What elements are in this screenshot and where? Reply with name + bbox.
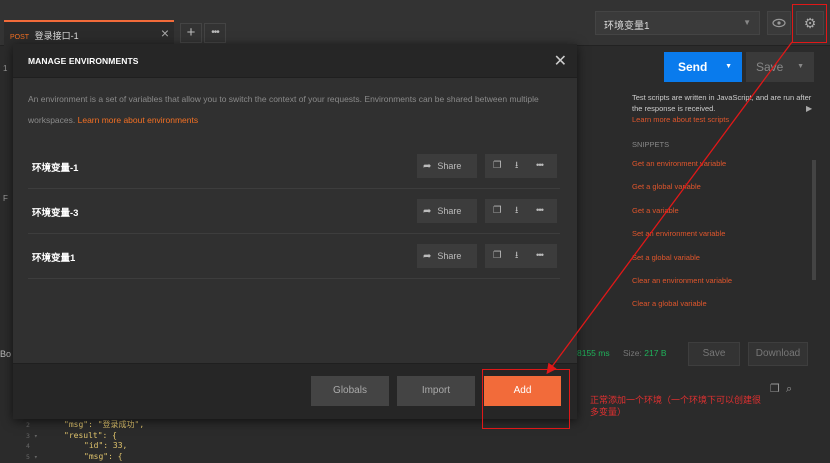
code-line: 5 ▾ "msg": {	[0, 452, 830, 463]
import-button[interactable]: Import	[397, 376, 475, 406]
send-label: Send	[678, 60, 708, 74]
save-response-button[interactable]: Save	[688, 342, 740, 366]
share-button[interactable]: ➦ Share	[417, 199, 477, 223]
snippet-item[interactable]: Clear an environment variable	[632, 275, 812, 286]
snippet-item[interactable]: Clear a global variable	[632, 298, 812, 309]
share-arrow-icon: ➦	[423, 251, 432, 262]
environment-quick-look-button[interactable]	[767, 11, 791, 35]
annotation-text: 正常添加一个环境（一个环境下可以创建很多变量）	[590, 395, 762, 417]
share-arrow-icon: ➦	[423, 161, 432, 172]
body-tab-label[interactable]: Bo	[0, 349, 11, 359]
method-badge: POST	[10, 34, 30, 41]
code-text: "msg": {	[84, 451, 123, 461]
environment-tools: ❐ ⭳ •••	[485, 154, 557, 178]
modal-description: An environment is a set of variables tha…	[28, 89, 558, 131]
left-strip: 1 F	[0, 56, 12, 346]
chevron-down-icon[interactable]: ▼	[725, 52, 732, 82]
chevron-down-icon: ▼	[743, 18, 751, 27]
chevron-right-icon[interactable]: ▶	[806, 104, 812, 113]
more-icon[interactable]: •••	[536, 244, 544, 268]
snippet-item[interactable]: Get an environment variable	[632, 158, 812, 169]
request-tab-title: 登录接口-1	[34, 31, 79, 41]
response-size: Size: 217 B	[623, 348, 667, 358]
duplicate-icon[interactable]: ❐	[493, 154, 502, 178]
code-text: "msg": "登录成功",	[64, 420, 145, 429]
test-scripts-panel: Test scripts are written in JavaScript, …	[632, 92, 812, 332]
download-icon[interactable]: ⭳	[515, 199, 518, 223]
manage-environments-modal: MANAGE ENVIRONMENTS ✕ An environment is …	[13, 44, 577, 419]
copy-icon[interactable]: ❐	[770, 383, 780, 395]
snippets-heading: SNIPPETS	[632, 140, 670, 149]
share-label: Share	[437, 206, 462, 216]
annotation-box-gear	[792, 4, 827, 43]
snippet-item[interactable]: Set an environment variable	[632, 228, 812, 239]
tab-options-button[interactable]: •••	[204, 23, 226, 43]
environment-tools: ❐ ⭳ •••	[485, 199, 557, 223]
strip-mark: 1	[3, 64, 8, 73]
code-line: 4 "id": 33,	[0, 441, 830, 452]
snippet-item[interactable]: Get a variable	[632, 205, 812, 216]
save-label: Save	[756, 60, 784, 74]
duplicate-icon[interactable]: ❐	[493, 244, 502, 268]
share-label: Share	[437, 161, 462, 171]
globals-button[interactable]: Globals	[311, 376, 389, 406]
code-line: 2 "msg": "登录成功",	[0, 420, 830, 431]
download-response-button[interactable]: Download	[748, 342, 808, 366]
download-icon[interactable]: ⭳	[515, 244, 518, 268]
environment-row[interactable]: 环境变量-3 ➦ Share ❐ ⭳ •••	[28, 189, 560, 234]
environment-row[interactable]: 环境变量-1 ➦ Share ❐ ⭳ •••	[28, 144, 560, 189]
line-number: 4	[26, 442, 30, 450]
learn-scripts-link[interactable]: Learn more about test scripts	[632, 114, 812, 125]
code-line: 3 ▾ "result": {	[0, 431, 830, 442]
close-icon[interactable]: ✕	[554, 51, 567, 71]
line-number: 3 ▾	[26, 431, 38, 440]
more-icon[interactable]: •••	[536, 199, 544, 223]
line-number: 2	[26, 421, 30, 429]
new-tab-button[interactable]: +	[180, 23, 202, 43]
download-icon[interactable]: ⭳	[515, 154, 518, 178]
request-tab[interactable]: POST 登录接口-1 ×	[4, 20, 174, 46]
environment-tools: ❐ ⭳ •••	[485, 244, 557, 268]
save-button[interactable]: Save ▼	[746, 52, 814, 82]
response-time: 8155 ms	[577, 348, 610, 358]
strip-mark: F	[3, 194, 8, 203]
more-icon[interactable]: •••	[536, 154, 544, 178]
environment-selected: 环境变量1	[604, 21, 650, 32]
code-text: "result": {	[64, 430, 117, 440]
share-label: Share	[437, 251, 462, 261]
learn-environments-link[interactable]: Learn more about environments	[78, 115, 199, 125]
size-label: Size:	[623, 348, 642, 358]
duplicate-icon[interactable]: ❐	[493, 199, 502, 223]
snippet-item[interactable]: Set a global variable	[632, 252, 812, 263]
panel-scrollbar[interactable]	[812, 160, 816, 280]
environment-name[interactable]: 环境变量-3	[32, 205, 78, 219]
environment-name[interactable]: 环境变量1	[32, 250, 75, 264]
environment-row[interactable]: 环境变量1 ➦ Share ❐ ⭳ •••	[28, 234, 560, 279]
code-text: "id": 33,	[84, 441, 128, 450]
search-icon[interactable]: ⌕	[786, 383, 792, 395]
modal-title: MANAGE ENVIRONMENTS	[28, 56, 139, 66]
snippet-item[interactable]: Get a global variable	[632, 181, 812, 192]
eye-icon	[772, 18, 786, 28]
share-button[interactable]: ➦ Share	[417, 154, 477, 178]
share-button[interactable]: ➦ Share	[417, 244, 477, 268]
send-button[interactable]: Send ▼	[664, 52, 742, 82]
environment-name[interactable]: 环境变量-1	[32, 160, 78, 174]
response-actions: ❐ ⌕	[770, 382, 792, 396]
environment-select[interactable]: 环境变量1 ▼	[595, 11, 760, 35]
line-number: 5 ▾	[26, 452, 38, 461]
size-value: 217 B	[644, 348, 667, 358]
chevron-down-icon[interactable]: ▼	[797, 52, 804, 82]
share-arrow-icon: ➦	[423, 206, 432, 217]
response-body[interactable]: 2 "msg": "登录成功", 3 ▾ "result": { 4 "id": 33…	[0, 420, 830, 463]
annotation-box-add	[482, 369, 570, 429]
close-tab-icon[interactable]: ×	[161, 25, 169, 41]
scripts-help-text: Test scripts are written in JavaScript, …	[632, 93, 812, 113]
modal-header: MANAGE ENVIRONMENTS ✕	[13, 44, 577, 78]
